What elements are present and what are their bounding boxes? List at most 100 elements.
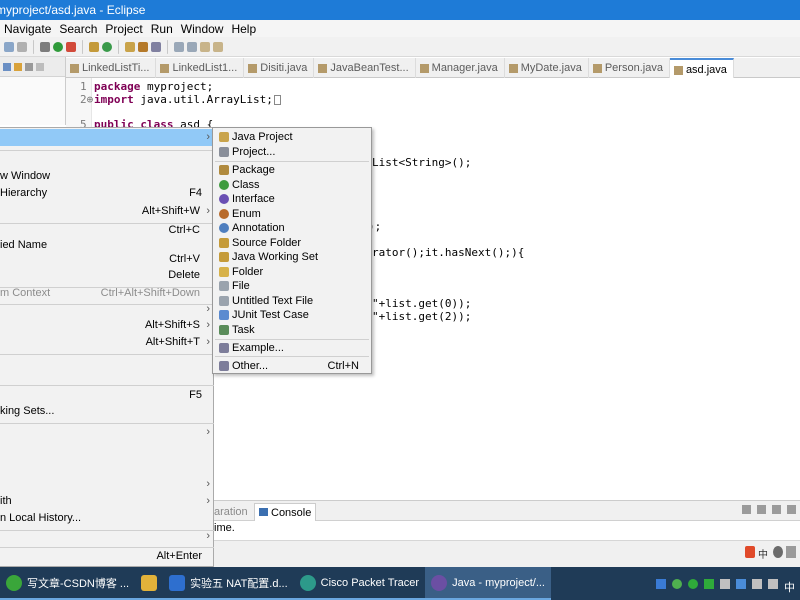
run-icon[interactable] [53,41,63,52]
context-menu-configure[interactable]: › [0,528,214,545]
menu-separator [0,150,214,151]
taskbar-word-doc[interactable]: 实验五 NAT配置.d... [163,567,294,600]
tab-linkedlist1[interactable]: LinkedList1... [156,58,245,78]
tray-security-icon[interactable] [672,578,682,589]
minimize-icon[interactable] [36,62,44,71]
annotation-prev-icon[interactable] [187,41,197,52]
tray-wechat-icon[interactable] [688,578,698,589]
context-menu-new[interactable]: › [0,129,214,146]
context-menu-open-in-new-window[interactable]: w Window [0,168,214,185]
context-menu-assign-working-sets[interactable]: king Sets... [0,403,214,420]
external-tools-icon[interactable] [66,41,76,52]
menu-navigate[interactable]: Navigate [0,22,55,36]
folded-code-icon[interactable] [273,95,281,105]
new-class-icon[interactable] [102,41,112,52]
context-menu-open-type-hierarchy[interactable]: Hierarchy F4 [0,185,214,202]
taskbar-eclipse[interactable]: Java - myproject/... [425,567,551,600]
link-with-editor-icon[interactable] [14,62,22,71]
tab-console[interactable]: Console [254,503,317,521]
context-menu-refactor[interactable]: Alt+Shift+T › [0,334,214,351]
menu-project[interactable]: Project [101,22,146,36]
submenu-untitled-text-file[interactable]: Untitled Text File [213,294,371,308]
context-menu-restore-from-local-history[interactable]: n Local History... [0,510,214,527]
submenu-example[interactable]: Example... [213,341,371,355]
menu-help[interactable]: Help [227,22,260,36]
back-icon[interactable] [200,41,210,52]
tab-person[interactable]: Person.java [589,58,670,78]
java-file-icon [592,63,602,73]
tab-javabeantest[interactable]: JavaBeanTest... [314,58,416,78]
minimize-icon[interactable] [787,505,796,514]
java-file-icon [70,63,79,73]
tab-disiti[interactable]: Disiti.java [244,58,315,78]
tray-bluetooth-icon[interactable] [736,578,746,589]
forward-icon[interactable] [213,41,223,52]
tray-app-icon[interactable] [656,578,666,589]
submenu-junit-test-case[interactable]: JUnit Test Case [213,308,371,322]
print-icon[interactable] [17,41,27,52]
submenu-other[interactable]: Other... Ctrl+N [213,359,371,373]
context-menu-show-in[interactable]: Alt+Shift+W › [0,203,214,220]
context-menu-delete[interactable]: Delete [0,267,214,284]
toolbar-separator [167,39,168,54]
submenu-enum[interactable]: Enum [213,207,371,221]
submenu-folder[interactable]: Folder [213,265,371,279]
console-display-selected-icon[interactable] [742,505,751,514]
save-icon[interactable] [4,41,14,52]
submenu-file[interactable]: File [213,279,371,293]
context-menu-coverage-as[interactable]: › [0,424,214,441]
tab-linkedlistti[interactable]: LinkedListTi... [66,58,157,78]
search-icon[interactable] [138,41,148,52]
context-menu-build-path[interactable]: › [0,301,214,318]
new-java-project-icon[interactable] [89,41,99,52]
submenu-java-project[interactable]: Java Project [213,130,371,144]
tab-manager[interactable]: Manager.java [416,58,505,78]
bottom-tab-bar: aration Console [214,501,800,521]
tray-ime-label[interactable]: 中 [784,579,796,594]
code-fragment-get0: "+list.get(0)); [372,297,472,310]
taskbar-file-explorer[interactable] [135,567,164,600]
submenu-task[interactable]: Task [213,323,371,337]
context-menu-compare-with[interactable]: ith › [0,493,214,510]
submenu-class[interactable]: Class [213,178,371,192]
tab-mydate[interactable]: MyDate.java [505,58,589,78]
pen-icon[interactable] [151,41,161,52]
context-menu-refresh[interactable]: F5 [0,387,214,404]
submenu-interface[interactable]: Interface [213,192,371,206]
submenu-java-working-set[interactable]: Java Working Set [213,250,371,264]
context-menu-paste[interactable]: Ctrl+V [0,251,214,268]
taskbar-cisco-packet-tracer[interactable]: Cisco Packet Tracer [293,567,426,600]
menu-window[interactable]: Window [177,22,228,36]
tray-chat-icon[interactable] [704,578,714,589]
console-open-icon[interactable] [772,505,781,514]
java-file-icon [160,63,170,73]
window-title: myproject/asd.java - Eclipse [0,3,146,17]
main-toolbar [0,37,800,57]
menu-search[interactable]: Search [55,22,101,36]
submenu-source-folder[interactable]: Source Folder [213,236,371,250]
view-menu-icon[interactable] [25,62,33,71]
junit-icon [219,310,229,320]
system-tray: 中 [656,567,800,600]
submenu-package[interactable]: Package [213,163,371,177]
open-type-icon[interactable] [125,41,135,52]
annotation-next-icon[interactable] [174,41,184,52]
taskbar-browser-csdn[interactable]: 写文章-CSDN博客 ... [0,567,136,600]
submenu-annotation[interactable]: Annotation [213,221,371,235]
tray-volume-icon[interactable] [768,578,778,589]
tray-battery-icon[interactable] [752,578,762,589]
tray-app2-icon[interactable] [720,578,730,589]
menu-run[interactable]: Run [147,22,177,36]
tab-asd[interactable]: asd.java [669,58,734,78]
console-pin-icon[interactable] [757,505,766,514]
context-menu-properties[interactable]: Alt+Enter [0,548,214,565]
menu-separator [215,356,369,357]
context-menu-team[interactable]: › [0,476,214,493]
tab-declaration[interactable]: aration [214,503,248,521]
java-file-icon [508,63,518,73]
collapse-all-icon[interactable] [3,62,11,71]
submenu-project[interactable]: Project... [213,145,371,159]
ime-indicator[interactable]: 中 [745,546,796,561]
debug-icon[interactable] [40,41,50,52]
context-menu-source[interactable]: Alt+Shift+S › [0,317,214,334]
